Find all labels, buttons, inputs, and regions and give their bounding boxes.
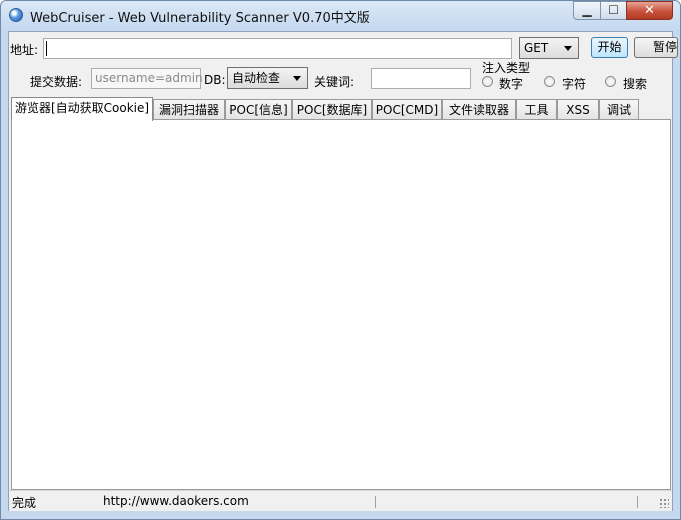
app-window: WebCruiser - Web Vulnerability Scanner V… bbox=[0, 0, 681, 520]
globe-icon bbox=[9, 8, 23, 22]
chevron-down-icon bbox=[564, 46, 572, 51]
close-button[interactable]: ✕ bbox=[626, 1, 673, 20]
chevron-down-icon bbox=[293, 76, 301, 81]
address-input[interactable] bbox=[43, 38, 512, 59]
maximize-icon: ☐ bbox=[608, 3, 619, 17]
pause-button[interactable]: 暂停 bbox=[634, 37, 678, 58]
tab-browser[interactable]: 游览器[自动获取Cookie] bbox=[11, 97, 153, 121]
maximize-button[interactable]: ☐ bbox=[600, 1, 626, 20]
tab-tools[interactable]: 工具 bbox=[516, 99, 557, 120]
status-url: http://www.daokers.com bbox=[103, 494, 249, 508]
keyword-input[interactable] bbox=[371, 68, 471, 89]
radio-numeric[interactable] bbox=[482, 76, 493, 87]
minimize-icon: ▁ bbox=[582, 3, 592, 17]
title-bar[interactable]: WebCruiser - Web Vulnerability Scanner V… bbox=[1, 1, 680, 31]
radio-search[interactable] bbox=[605, 76, 616, 87]
injection-type-label: 注入类型 bbox=[482, 61, 531, 75]
status-text: 完成 bbox=[12, 496, 37, 510]
tab-poc-cmd[interactable]: POC[CMD] bbox=[372, 99, 442, 120]
tab-strip: 游览器[自动获取Cookie] 漏洞扫描器 POC[信息] POC[数据库] P… bbox=[11, 97, 671, 121]
window-title: WebCruiser - Web Vulnerability Scanner V… bbox=[30, 11, 370, 26]
method-select[interactable]: GET bbox=[519, 37, 579, 59]
status-bar: 完成 http://www.daokers.com bbox=[9, 490, 672, 511]
radio-string[interactable] bbox=[544, 76, 555, 87]
submit-data-label: 提交数据: bbox=[30, 75, 83, 89]
tab-debug[interactable]: 调试 bbox=[599, 99, 639, 120]
db-value: 自动检查 bbox=[232, 71, 281, 85]
radio-search-label: 搜索 bbox=[623, 77, 648, 91]
submit-data-input[interactable]: username=admin bbox=[91, 68, 203, 89]
start-button[interactable]: 开始 bbox=[591, 37, 628, 58]
tab-file-reader[interactable]: 文件读取器 bbox=[442, 99, 516, 120]
method-value: GET bbox=[524, 41, 549, 55]
tab-xss[interactable]: XSS bbox=[557, 99, 599, 120]
close-icon: ✕ bbox=[644, 3, 655, 18]
browser-content-pane[interactable] bbox=[11, 119, 671, 490]
text-cursor bbox=[46, 41, 47, 56]
tab-poc-info[interactable]: POC[信息] bbox=[225, 99, 292, 120]
db-select[interactable]: 自动检查 bbox=[227, 67, 308, 89]
radio-numeric-label: 数字 bbox=[499, 77, 524, 91]
status-separator bbox=[375, 496, 376, 508]
address-label: 地址: bbox=[10, 43, 39, 57]
resize-grip-icon[interactable] bbox=[659, 498, 669, 508]
minimize-button[interactable]: ▁ bbox=[573, 1, 600, 20]
radio-string-label: 字符 bbox=[562, 77, 587, 91]
status-separator bbox=[637, 496, 638, 508]
main-panel: 地址: GET 开始 暂停 提交数据: username=admin DB: 自… bbox=[8, 31, 678, 511]
keyword-label: 关键词: bbox=[314, 75, 355, 89]
tab-vuln-scanner[interactable]: 漏洞扫描器 bbox=[153, 99, 225, 120]
tab-poc-database[interactable]: POC[数据库] bbox=[292, 99, 372, 120]
db-label: DB: bbox=[204, 73, 226, 87]
